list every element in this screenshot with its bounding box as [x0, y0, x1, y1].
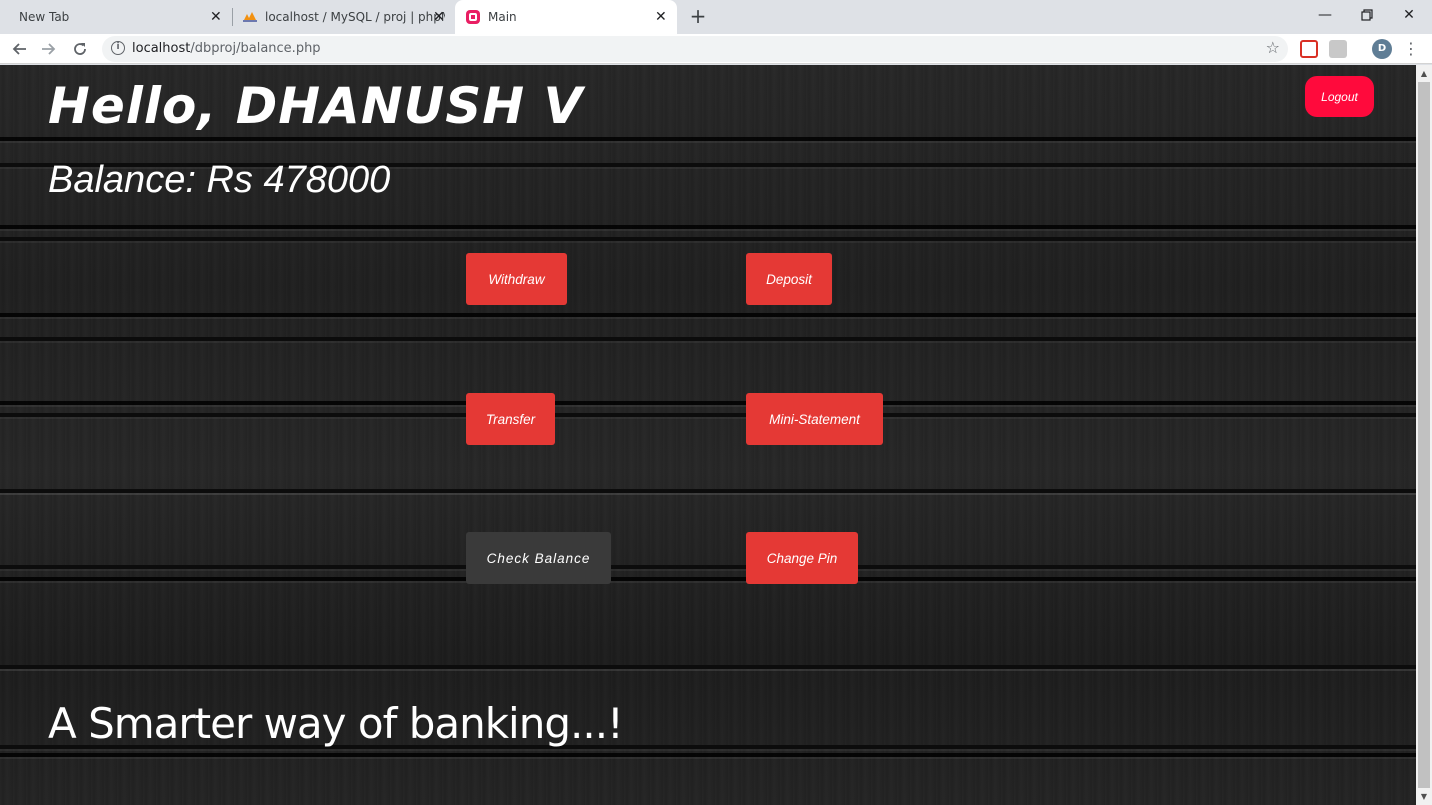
scrollbar-thumb[interactable] — [1418, 82, 1430, 788]
extension-icon[interactable] — [1329, 40, 1347, 58]
balance-text: Balance: Rs 478000 — [48, 159, 391, 201]
wood-plank-divider — [0, 489, 1416, 493]
tab-title: localhost / MySQL / proj | phpMy — [265, 10, 445, 24]
tab-title: New Tab — [19, 10, 70, 24]
scroll-up-arrow-icon[interactable]: ▲ — [1416, 66, 1432, 82]
window-close-icon[interactable]: ✕ — [1386, 0, 1432, 30]
app-favicon-icon — [466, 10, 480, 24]
browser-tab-bar: New Tab ✕ localhost / MySQL / proj | php… — [0, 0, 1432, 34]
logout-button[interactable]: Logout — [1305, 76, 1374, 117]
withdraw-button[interactable]: Withdraw — [466, 253, 567, 305]
check-balance-button[interactable]: Check Balance — [466, 532, 611, 584]
browser-toolbar: i localhost/dbproj/balance.php ☆ D ⋮ — [0, 34, 1432, 64]
transfer-button[interactable]: Transfer — [466, 393, 555, 445]
new-tab-plus-icon[interactable]: + — [686, 4, 710, 28]
wood-plank-divider — [0, 337, 1416, 341]
url-path: /dbproj/balance.php — [190, 41, 321, 56]
page-viewport: Hello, DHANUSH V Balance: Rs 478000 Logo… — [0, 65, 1416, 805]
change-pin-button[interactable]: Change Pin — [746, 532, 858, 584]
wood-plank-divider — [0, 665, 1416, 669]
back-arrow-icon[interactable] — [8, 37, 32, 61]
greeting-heading: Hello, DHANUSH V — [48, 77, 584, 135]
restore-icon[interactable] — [1344, 0, 1390, 30]
wood-plank-divider — [0, 413, 1416, 417]
wood-plank-divider — [0, 237, 1416, 241]
address-bar[interactable]: i localhost/dbproj/balance.php ☆ — [102, 36, 1288, 62]
mini-statement-button[interactable]: Mini-Statement — [746, 393, 883, 445]
phpmyadmin-favicon-icon — [242, 11, 258, 23]
pocket-extension-icon[interactable] — [1300, 40, 1318, 58]
bookmark-star-icon[interactable]: ☆ — [1266, 38, 1280, 57]
close-icon[interactable]: ✕ — [655, 9, 667, 25]
reload-icon[interactable] — [68, 37, 92, 61]
kebab-menu-icon[interactable]: ⋮ — [1403, 39, 1419, 58]
wood-plank-divider — [0, 565, 1416, 569]
url-host: localhost — [132, 41, 191, 56]
forward-arrow-icon[interactable] — [36, 37, 60, 61]
info-icon[interactable]: i — [111, 41, 125, 55]
tab-phpmyadmin[interactable]: localhost / MySQL / proj | phpMy ✕ — [234, 0, 454, 34]
scroll-down-arrow-icon[interactable]: ▼ — [1416, 789, 1432, 805]
url-text: localhost/dbproj/balance.php — [132, 41, 321, 56]
close-icon[interactable]: ✕ — [433, 9, 445, 25]
minimize-icon[interactable]: — — [1302, 0, 1348, 30]
tab-main[interactable]: Main ✕ — [455, 0, 677, 34]
tab-new-tab[interactable]: New Tab ✕ — [0, 0, 230, 34]
deposit-button[interactable]: Deposit — [746, 253, 832, 305]
close-icon[interactable]: ✕ — [210, 9, 222, 25]
tab-separator — [232, 8, 233, 26]
profile-avatar[interactable]: D — [1372, 39, 1392, 59]
tab-title: Main — [488, 10, 517, 24]
tagline-text: A Smarter way of banking...! — [48, 699, 624, 748]
